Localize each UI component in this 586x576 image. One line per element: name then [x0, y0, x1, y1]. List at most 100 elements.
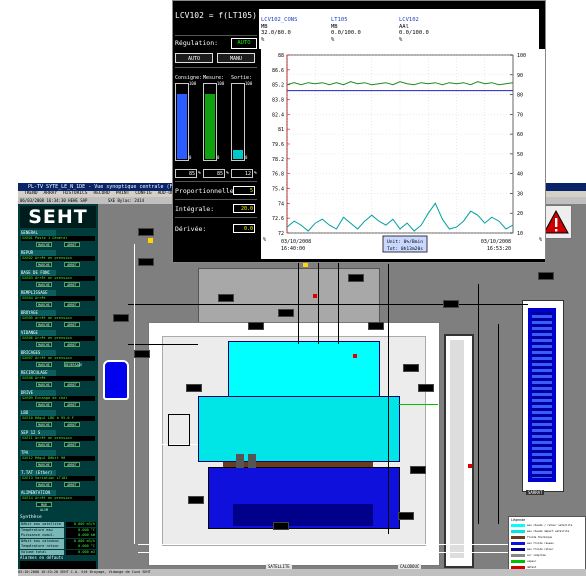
value-display[interactable] — [188, 496, 204, 504]
trend-column-unit: % — [399, 36, 403, 43]
marche-button[interactable]: MARCHE — [36, 402, 52, 407]
value-display[interactable] — [410, 466, 426, 474]
valve-indicator[interactable] — [148, 238, 153, 243]
menu-item-trend[interactable]: TREND — [24, 191, 38, 196]
control-group: BRICAGES SXE07 Arrêt en pression MARCHE DEV… — [20, 350, 96, 368]
trend-column-2[interactable]: LT105 MB 0.0/100.0 % — [331, 17, 361, 43]
integral-input[interactable]: 20.0 — [233, 204, 255, 213]
derivative-input[interactable]: 0.0 — [233, 224, 255, 233]
marche-button[interactable]: MARCHE — [36, 242, 52, 247]
value-display[interactable] — [348, 274, 364, 282]
value-display[interactable] — [134, 350, 150, 358]
marche-button[interactable]: MARCHE — [36, 322, 52, 327]
menu-item-historics[interactable]: HISTORICS — [63, 191, 87, 196]
value-display[interactable] — [443, 300, 459, 308]
left-tick-label: 83.8 — [272, 98, 284, 104]
value-display[interactable] — [138, 258, 154, 266]
menu-item-print[interactable]: PRINT — [116, 191, 130, 196]
synthese-value: 0.000 m3 — [66, 549, 96, 555]
arret-button[interactable]: ARRET — [64, 262, 80, 267]
arret-button[interactable]: ARRET — [64, 402, 80, 407]
marche-button[interactable]: MARCHE — [36, 342, 52, 347]
trend-column-3[interactable]: LCV102 AAl 0.0/100.0 % — [399, 17, 429, 43]
synthese-row: Débit eau calodouc 0.000 m3/h — [20, 538, 96, 544]
marche-button[interactable]: MARCHE — [36, 462, 52, 467]
arret-button[interactable]: ARRET — [64, 342, 80, 347]
legend-swatch — [511, 560, 525, 563]
right-tick-label: 80 — [517, 93, 523, 99]
legend-row: eau froide réseau — [511, 542, 583, 546]
arret-button[interactable]: ARRET — [64, 302, 80, 307]
value-display[interactable] — [418, 384, 434, 392]
consigne-unit: % — [198, 171, 201, 176]
proportional-input[interactable]: 5 — [233, 186, 255, 195]
legend-row: fluide thermique — [511, 536, 583, 540]
value-display[interactable] — [186, 384, 202, 392]
menu-item-array[interactable]: ARRAY — [44, 191, 58, 196]
left-unit-label: % — [263, 237, 266, 243]
mesure-value: 85 — [203, 169, 225, 178]
marche-button[interactable]: MAR ALIM — [36, 502, 52, 512]
mesure-bar — [203, 83, 217, 161]
value-display[interactable] — [248, 322, 264, 330]
value-display[interactable] — [538, 272, 554, 280]
auto-button[interactable]: AUTO — [175, 53, 213, 63]
marche-button[interactable]: MARCHE — [36, 282, 52, 287]
arret-button[interactable]: ARRET — [64, 382, 80, 387]
integral-label: Intégrale: — [175, 205, 215, 213]
value-display[interactable] — [368, 322, 384, 330]
marche-button[interactable]: MARCHE — [36, 302, 52, 307]
feed-tank[interactable] — [103, 360, 129, 400]
trend-column-1[interactable]: LCV102_CONS MB 32.0/80.0 % — [261, 17, 297, 43]
value-display[interactable] — [278, 309, 294, 317]
marche-button[interactable]: MARCHE — [36, 442, 52, 447]
right-tick-label: 50 — [517, 152, 523, 158]
menu-item-record[interactable]: RECORD — [93, 191, 109, 196]
arret-button[interactable]: ARRET — [64, 462, 80, 467]
legend-swatch — [511, 542, 525, 545]
arret-button[interactable]: ARRET — [64, 322, 80, 327]
alarm-indicator[interactable] — [353, 354, 357, 358]
value-display[interactable] — [218, 294, 234, 302]
sortie-value[interactable]: 12 — [231, 169, 253, 178]
value-display[interactable] — [113, 314, 129, 322]
manu-button[interactable]: MANU — [217, 53, 255, 63]
value-display[interactable] — [403, 364, 419, 372]
seht-logo: SEHT — [20, 206, 96, 228]
trend-chart[interactable]: 88 86.6 85.2 83.8 82.4 81 79.6 78.2 76.8 75.4 74 72… — [261, 49, 545, 259]
synthese-key: Puissance cumul. — [20, 533, 64, 538]
divider — [175, 67, 257, 68]
value-display[interactable] — [398, 512, 414, 520]
control-group-status: SXE13 Variation LT101 — [21, 476, 95, 481]
value-display[interactable] — [273, 522, 289, 530]
legend-swatch — [511, 548, 525, 551]
sortie-unit: % — [254, 171, 257, 176]
value-display[interactable] — [138, 228, 154, 236]
marche-button[interactable]: MARCHE — [36, 482, 52, 487]
control-group: TPA SXE12 Régul Débit 90 MARCHE ARRET — [20, 450, 96, 468]
marche-button[interactable]: MARCHE — [36, 362, 52, 367]
x-end-time: 16:53:20 — [487, 246, 511, 252]
arret-button[interactable]: ARRET — [64, 242, 80, 247]
mesure-unit: % — [226, 171, 229, 176]
menu-item-config[interactable]: CONFIG — [135, 191, 151, 196]
arret-button[interactable]: DEVERSAGE — [64, 362, 82, 367]
main-tank-middle[interactable] — [198, 396, 400, 462]
arret-button[interactable]: ARRET — [64, 282, 80, 287]
marche-button[interactable]: MARCHE — [36, 382, 52, 387]
arret-button[interactable]: ARRET — [64, 442, 80, 447]
synthese-key: Débit eau satellite — [20, 522, 64, 527]
alarm-indicator[interactable] — [468, 464, 472, 468]
trend-column-name: LCV102_CONS — [261, 17, 298, 23]
marche-button[interactable]: MARCHE — [36, 262, 52, 267]
right-tick-label: 90 — [517, 73, 523, 79]
arret-button[interactable]: ARRET — [64, 482, 80, 487]
trend-column-range: 0.0/100.0 — [331, 30, 361, 36]
alarm-indicator[interactable] — [313, 294, 317, 298]
main-tank-upper[interactable] — [228, 341, 380, 398]
arret-button[interactable]: ARRET — [64, 422, 80, 427]
consigne-value[interactable]: 85 — [175, 169, 197, 178]
marche-button[interactable]: MARCHE — [36, 422, 52, 427]
pipe — [128, 304, 528, 305]
toolbar-bylas: SXE Bylas: 2414 — [107, 198, 144, 203]
